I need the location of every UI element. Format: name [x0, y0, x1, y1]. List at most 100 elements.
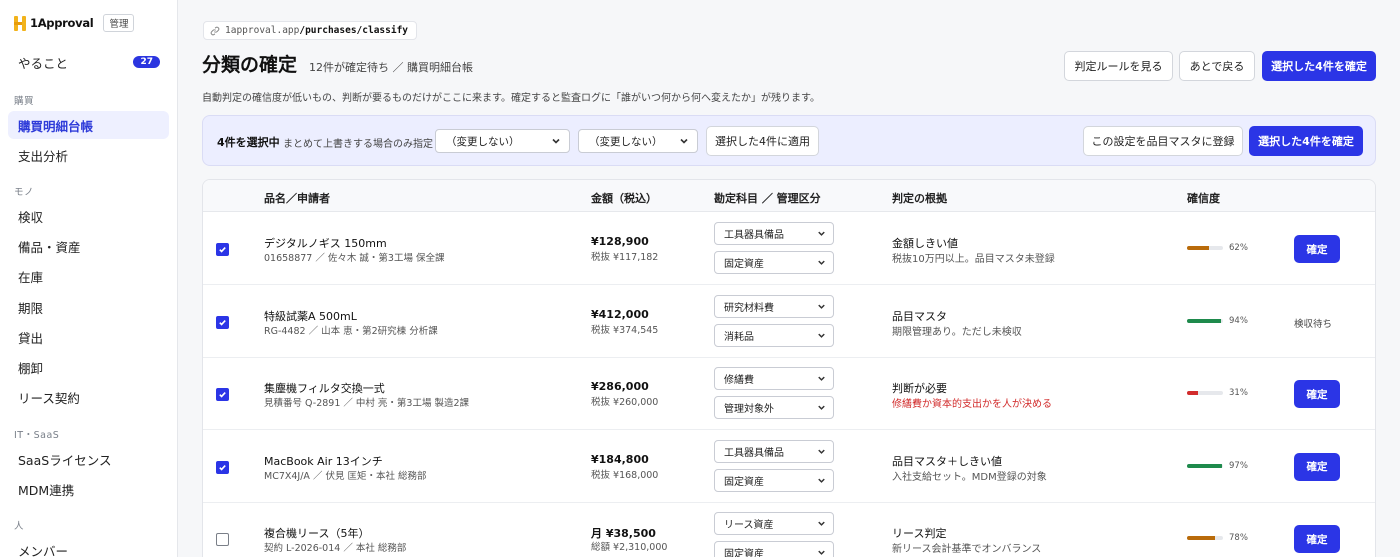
bulk-account-select[interactable]: （変更しない） — [435, 129, 570, 153]
bulk-note: まとめて上書きする場合のみ指定 — [283, 139, 433, 150]
item-amount: ¥412,000 — [591, 307, 649, 321]
row-confirm-button[interactable]: 確定 — [1294, 235, 1340, 263]
sidebar-item-label: やること — [18, 55, 69, 71]
chevron-down-icon — [818, 550, 825, 555]
account-select-value: リース資産 — [724, 520, 774, 531]
chevron-down-icon — [818, 478, 825, 483]
link-icon — [210, 26, 220, 35]
category-select[interactable]: 固定資産 — [714, 541, 834, 557]
sidebar-item-lease[interactable]: リース契約 — [8, 383, 169, 411]
item-name: 特級試薬A 500mL — [264, 309, 357, 323]
register-master-button[interactable]: この設定を品目マスタに登録 — [1083, 126, 1243, 156]
confidence-label: 78% — [1229, 533, 1248, 543]
confidence-label: 94% — [1229, 315, 1248, 326]
sidebar-item-label: 検収 — [18, 209, 44, 225]
item-name: 複合機リース（5年） — [264, 527, 370, 540]
basis-title: リース判定 — [892, 527, 947, 540]
sidebar-item-inventory[interactable]: 在庫 — [8, 262, 169, 290]
confidence-bar-fill — [1187, 246, 1210, 250]
confidence-bar — [1187, 463, 1223, 468]
item-amount: ¥286,000 — [591, 380, 649, 393]
section-label-people: 人 — [14, 521, 25, 532]
category-select[interactable]: 管理対象外 — [714, 396, 834, 419]
account-select-value: 工具器具備品 — [724, 230, 784, 241]
sidebar-item-spend-analysis[interactable]: 支出分析 — [8, 141, 169, 169]
row-confirm-button[interactable]: 確定 — [1294, 525, 1340, 553]
sidebar-item-label: 棚卸 — [18, 360, 44, 376]
page-title: 分類の確定 — [202, 54, 298, 76]
basis-title: 品目マスタ — [892, 309, 947, 323]
table-row[interactable]: 特級試薬A 500mL RG-4482 ／ 山本 恵・第2研究棟 分析課 ¥412,… — [203, 286, 1375, 358]
chevron-down-icon — [818, 449, 825, 454]
category-select[interactable]: 固定資産 — [714, 251, 834, 274]
sidebar-item-inspection[interactable]: 検収 — [8, 202, 169, 230]
chevron-down-icon — [818, 304, 825, 309]
row-checkbox[interactable] — [216, 388, 229, 401]
bulk-category-select[interactable]: （変更しない） — [578, 129, 698, 153]
url-host: 1approval.app — [225, 25, 300, 36]
sidebar-item-stocktake[interactable]: 棚卸 — [8, 353, 169, 381]
sidebar-item-assets[interactable]: 備品・資産 — [8, 232, 169, 260]
sidebar-item-label: 在庫 — [18, 269, 44, 285]
row-confirm-button[interactable]: 確定 — [1294, 452, 1340, 481]
basis-title: 判断が必要 — [892, 382, 947, 395]
brand[interactable]: 1Approval 管理 — [14, 14, 135, 32]
row-checkbox[interactable] — [216, 460, 229, 474]
item-amount-sub: 総額 ¥2,310,000 — [591, 542, 668, 553]
apply-selected-button[interactable]: 選択した4件に適用 — [706, 126, 819, 156]
sidebar-item-label: 貸出 — [18, 330, 44, 346]
category-select-value: 管理対象外 — [724, 404, 774, 415]
table-header: 品名／申請者 金額（税込） 勘定科目 ／ 管理区分 判定の根拠 確信度 — [203, 180, 1375, 212]
row-checkbox[interactable] — [216, 315, 229, 329]
account-select[interactable]: 工具器具備品 — [714, 439, 834, 463]
sidebar-item-purchase-ledger[interactable]: 購買明細台帳 — [8, 111, 169, 139]
sidebar-item-label: 支出分析 — [18, 148, 69, 164]
item-amount-sub: 税抜 ¥260,000 — [591, 397, 659, 408]
account-select[interactable]: 工具器具備品 — [714, 222, 834, 245]
confidence-bar-fill — [1187, 318, 1221, 323]
table-row[interactable]: MacBook Air 13インチ MC7X4J/A ／ 伏見 匡矩・本社 総務部… — [203, 431, 1375, 503]
url-breadcrumb[interactable]: 1approval.app/purchases/classify — [203, 21, 418, 40]
item-name: MacBook Air 13インチ — [264, 454, 383, 468]
sidebar-item-members[interactable]: メンバー — [8, 536, 169, 557]
todo-count-badge: 27 — [133, 56, 160, 68]
confidence-label: 62% — [1229, 243, 1248, 253]
view-rules-button[interactable]: 判定ルールを見る — [1064, 51, 1173, 81]
sidebar-item-saas-licenses[interactable]: SaaSライセンス — [8, 445, 169, 473]
account-select[interactable]: 修繕費 — [714, 367, 834, 390]
table-row[interactable]: デジタルノギス 150mm 01658877 ／ 佐々木 誠・第3工場 保全課 ¥1… — [203, 213, 1375, 285]
sidebar-item-expiry[interactable]: 期限 — [8, 293, 169, 321]
checkmark-icon — [219, 391, 226, 398]
section-label-things: モノ — [14, 187, 35, 198]
row-status-text: 検収待ち — [1294, 318, 1333, 330]
sidebar-item-label: 購買明細台帳 — [18, 118, 94, 134]
category-select-value: 固定資産 — [724, 259, 764, 270]
sidebar-item-lending[interactable]: 貸出 — [8, 323, 169, 351]
confidence-label: 97% — [1229, 460, 1248, 471]
row-checkbox[interactable] — [216, 243, 229, 256]
bulk-confirm-button[interactable]: 選択した4件を確定 — [1249, 126, 1363, 156]
category-select[interactable]: 消耗品 — [714, 323, 834, 347]
page-subtitle: 12件が確定待ち ／ 購買明細台帳 — [309, 61, 473, 74]
account-select-value: 工具器具備品 — [724, 447, 784, 459]
item-name: 集塵機フィルタ交換一式 — [264, 382, 385, 395]
account-select[interactable]: リース資産 — [714, 512, 834, 535]
sidebar-item-todo[interactable]: やること 27 — [8, 48, 169, 76]
item-name: デジタルノギス 150mm — [264, 237, 387, 250]
column-header-account: 勘定科目 ／ 管理区分 — [714, 192, 821, 205]
item-amount: ¥184,800 — [591, 452, 649, 466]
table-row[interactable]: 複合機リース（5年） 契約 L-2026-014 ／ 本社 総務部月 ¥38,50… — [203, 503, 1375, 557]
later-button[interactable]: あとで戻る — [1179, 51, 1255, 81]
row-confirm-button[interactable]: 確定 — [1294, 380, 1340, 408]
url-path: /purchases/classify — [299, 25, 409, 36]
confidence-bar — [1187, 536, 1223, 540]
table-row[interactable]: 集塵機フィルタ交換一式 見積番号 Q-2891 ／ 中村 亮・第3工場 製造2課 ¥… — [203, 358, 1375, 430]
app-name: 1Approval — [30, 16, 94, 30]
account-select[interactable]: 研究材料費 — [714, 294, 834, 318]
row-checkbox[interactable] — [216, 533, 229, 546]
category-select[interactable]: 固定資産 — [714, 468, 834, 492]
confirm-selected-button[interactable]: 選択した4件を確定 — [1262, 51, 1376, 81]
sidebar-item-label: メンバー — [18, 543, 69, 557]
sidebar-item-label: SaaSライセンス — [18, 452, 112, 468]
sidebar-item-mdm[interactable]: MDM連携 — [8, 475, 169, 503]
